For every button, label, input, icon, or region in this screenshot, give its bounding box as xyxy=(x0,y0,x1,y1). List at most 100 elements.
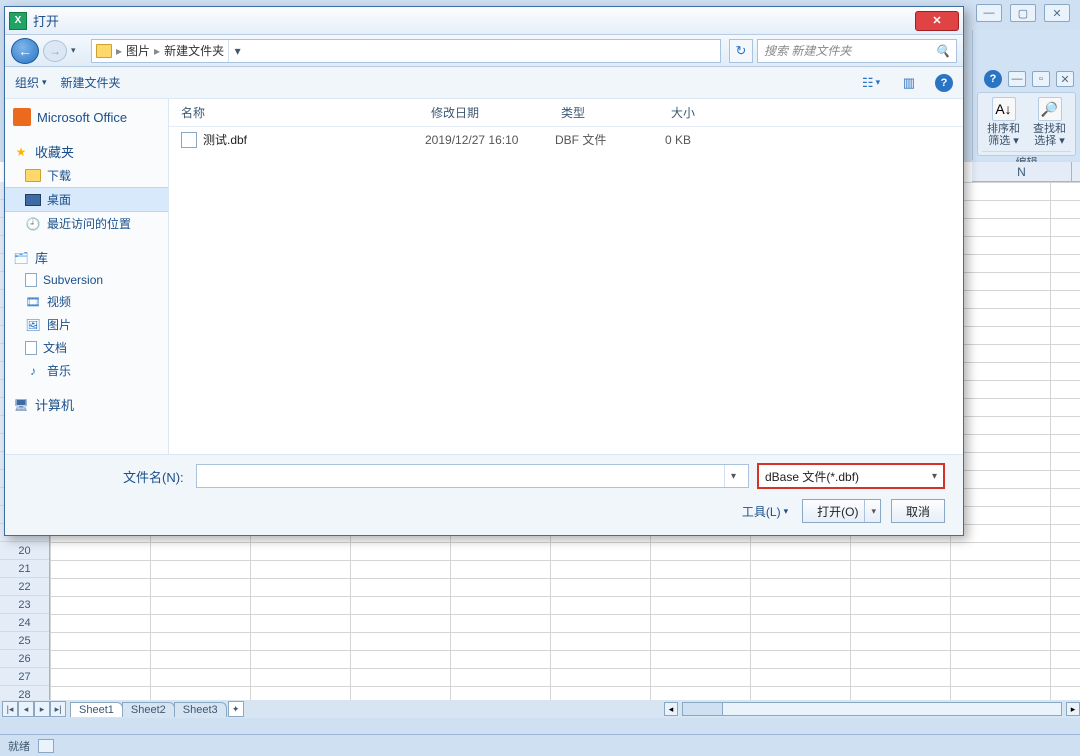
sheet-nav-last[interactable]: ▸| xyxy=(50,701,66,717)
nav-tree: Microsoft Office ★收藏夹 下载 桌面 🕘最近访问的位置 🗂库 … xyxy=(5,99,169,454)
col-header-type[interactable]: 类型 xyxy=(561,104,671,121)
row-header[interactable]: 20 xyxy=(0,542,49,560)
tools-button[interactable]: 工具(L)▾ xyxy=(742,503,788,520)
preview-pane-button[interactable]: ▥ xyxy=(897,72,921,94)
row-header[interactable]: 24 xyxy=(0,614,49,632)
newfolder-button[interactable]: 新建文件夹 xyxy=(61,74,121,91)
ribbon-group-editing: A↓ 排序和 筛选 ▾ 🔎 查找和 选择 ▾ 编辑 xyxy=(977,92,1076,156)
address-dropdown[interactable]: ▾ xyxy=(228,40,246,62)
binoculars-icon: 🔎 xyxy=(1038,97,1062,121)
dialog-title: 打开 xyxy=(33,11,915,30)
col-header-name[interactable]: 名称 xyxy=(181,104,431,121)
excel-minimize-button[interactable]: — xyxy=(976,4,1002,22)
tree-computer[interactable]: 🖥计算机 xyxy=(5,392,168,417)
dialog-bottom: 文件名(N): ▾ dBase 文件(*.dbf) ▾ 工具(L)▾ 打开(O)… xyxy=(5,454,963,535)
excel-restore-button[interactable]: ▢ xyxy=(1010,4,1036,22)
hscroll-right-arrow[interactable]: ▸ xyxy=(1066,702,1080,716)
row-header[interactable]: 23 xyxy=(0,596,49,614)
tree-downloads[interactable]: 下载 xyxy=(5,164,168,187)
star-icon: ★ xyxy=(13,145,29,159)
status-bar: 就绪 xyxy=(0,734,1080,756)
filetype-select[interactable]: dBase 文件(*.dbf) ▾ xyxy=(757,463,945,489)
col-header-date[interactable]: 修改日期 xyxy=(431,104,561,121)
tree-favorites[interactable]: ★收藏夹 xyxy=(5,139,168,164)
dialog-help-button[interactable]: ? xyxy=(935,74,953,92)
sheet-nav-next[interactable]: ▸ xyxy=(34,701,50,717)
file-list: 名称 修改日期 类型 大小 测试.dbf2019/12/27 16:10DBF … xyxy=(169,99,963,454)
tree-desktop[interactable]: 桌面 xyxy=(5,187,168,212)
dialog-nav-bar: ← → ▾ ▸ 图片 ▸ 新建文件夹 ▾ ↻ 搜索 新建文件夹 🔍 xyxy=(5,35,963,67)
chevron-right-icon: ▸ xyxy=(116,44,122,58)
sheet-nav-prev[interactable]: ◂ xyxy=(18,701,34,717)
row-header[interactable]: 26 xyxy=(0,650,49,668)
breadcrumb-part-1[interactable]: 新建文件夹 xyxy=(164,42,224,59)
open-button[interactable]: 打开(O)▾ xyxy=(802,499,881,523)
excel-ribbon: ? — ▫ ✕ A↓ 排序和 筛选 ▾ 🔎 查找和 选择 ▾ 编辑 xyxy=(972,30,1080,160)
column-headers: N xyxy=(972,162,1080,182)
sort-filter-button[interactable]: A↓ 排序和 筛选 ▾ xyxy=(984,97,1024,147)
nav-forward-button[interactable]: → xyxy=(43,40,67,62)
new-sheet-button[interactable]: ✦ xyxy=(228,701,244,717)
tree-libraries[interactable]: 🗂库 xyxy=(5,245,168,270)
hscroll-left-arrow[interactable]: ◂ xyxy=(664,702,678,716)
macro-record-icon[interactable] xyxy=(38,739,54,753)
dialog-titlebar[interactable]: 打开 ✕ xyxy=(5,7,963,35)
column-header-n[interactable]: N xyxy=(972,162,1072,182)
search-icon: 🔍 xyxy=(935,44,950,58)
refresh-button[interactable]: ↻ xyxy=(729,39,753,63)
file-row[interactable]: 测试.dbf2019/12/27 16:10DBF 文件0 KB xyxy=(169,127,963,152)
tree-ms-office[interactable]: Microsoft Office xyxy=(5,105,168,129)
search-input[interactable]: 搜索 新建文件夹 🔍 xyxy=(757,39,957,63)
folder-icon xyxy=(96,44,112,58)
tree-video[interactable]: 🎞视频 xyxy=(5,290,168,313)
row-header[interactable]: 25 xyxy=(0,632,49,650)
computer-icon: 🖥 xyxy=(13,398,29,412)
file-size: 0 KB xyxy=(665,133,735,147)
row-header[interactable]: 21 xyxy=(0,560,49,578)
sheet-tabs: Sheet1Sheet2Sheet3 xyxy=(70,702,226,717)
organize-button[interactable]: 组织▾ xyxy=(15,74,47,91)
tree-music[interactable]: ♪音乐 xyxy=(5,359,168,382)
tree-recent[interactable]: 🕘最近访问的位置 xyxy=(5,212,168,235)
row-header[interactable]: 22 xyxy=(0,578,49,596)
document-icon xyxy=(25,341,37,355)
video-icon: 🎞 xyxy=(25,295,41,309)
status-text: 就绪 xyxy=(8,738,30,754)
ribbon-minimize-button[interactable]: — xyxy=(1008,71,1026,87)
dialog-close-button[interactable]: ✕ xyxy=(915,11,959,31)
office-icon xyxy=(13,108,31,126)
file-rows: 测试.dbf2019/12/27 16:10DBF 文件0 KB xyxy=(169,127,963,152)
cancel-button[interactable]: 取消 xyxy=(891,499,945,523)
ribbon-restore-button[interactable]: ▫ xyxy=(1032,71,1050,87)
tree-subversion[interactable]: Subversion xyxy=(5,270,168,290)
sheet-nav-first[interactable]: |◂ xyxy=(2,701,18,717)
tree-pictures[interactable]: 🖼图片 xyxy=(5,313,168,336)
find-select-button[interactable]: 🔎 查找和 选择 ▾ xyxy=(1030,97,1070,147)
filename-dropdown[interactable]: ▾ xyxy=(724,465,742,487)
sheet-nav-buttons: |◂ ◂ ▸ ▸| xyxy=(0,701,66,717)
excel-close-button[interactable]: ✕ xyxy=(1044,4,1070,22)
view-options-button[interactable]: ☷ ▾ xyxy=(859,72,883,94)
library-icon: 🗂 xyxy=(13,251,29,265)
sheet-tab[interactable]: Sheet1 xyxy=(70,702,123,717)
open-split-dropdown[interactable]: ▾ xyxy=(864,500,876,522)
folder-icon xyxy=(25,169,41,182)
tree-documents[interactable]: 文档 xyxy=(5,336,168,359)
ribbon-help-area: ? — ▫ ✕ xyxy=(984,70,1074,88)
ribbon-close-button[interactable]: ✕ xyxy=(1056,71,1074,87)
sheet-tab[interactable]: Sheet2 xyxy=(122,702,175,717)
sheet-tab[interactable]: Sheet3 xyxy=(174,702,227,717)
help-icon[interactable]: ? xyxy=(984,70,1002,88)
col-header-size[interactable]: 大小 xyxy=(671,104,741,121)
filename-input[interactable]: ▾ xyxy=(196,464,749,488)
image-icon: 🖼 xyxy=(25,318,41,332)
hscroll-track[interactable] xyxy=(682,702,1062,716)
breadcrumb-part-0[interactable]: 图片 xyxy=(126,42,150,59)
file-date: 2019/12/27 16:10 xyxy=(425,133,555,147)
address-bar[interactable]: ▸ 图片 ▸ 新建文件夹 ▾ xyxy=(91,39,721,63)
nav-history-dropdown[interactable]: ▾ xyxy=(71,45,83,56)
row-header[interactable]: 27 xyxy=(0,668,49,686)
hscroll-thumb[interactable] xyxy=(683,703,723,715)
music-icon: ♪ xyxy=(25,364,41,378)
nav-back-button[interactable]: ← xyxy=(11,38,39,64)
